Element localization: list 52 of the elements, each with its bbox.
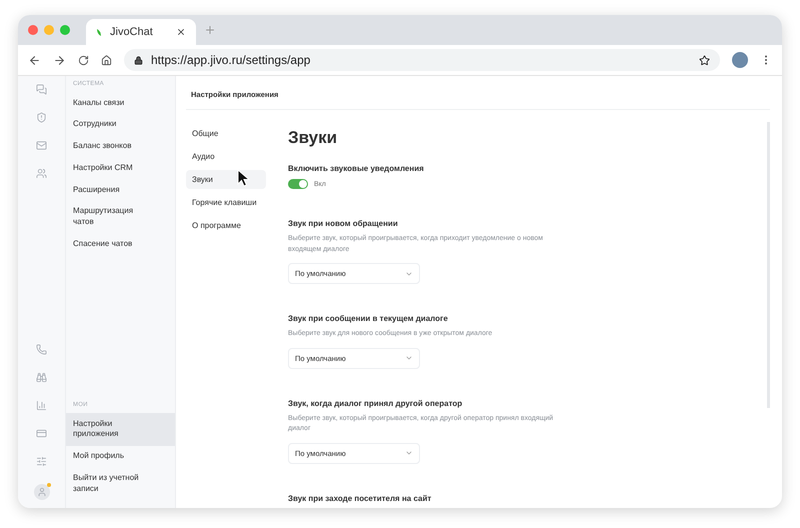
sidebar-item[interactable]: Выйти из учетной записи [66, 467, 175, 500]
forward-icon[interactable] [53, 54, 66, 66]
sidebar-item[interactable]: Настройки приложения [66, 413, 175, 446]
settings-nav-item[interactable]: Горячие клавиши [186, 193, 266, 212]
chevron-down-icon [405, 354, 413, 362]
sidebar-item[interactable]: Маршрутизация чатов [66, 200, 175, 234]
binoculars-icon[interactable] [36, 372, 47, 383]
profile-avatar[interactable] [732, 52, 748, 68]
settings-nav-item[interactable]: Звуки [186, 170, 266, 189]
section-title: Звуки [288, 128, 338, 148]
star-icon[interactable] [699, 54, 710, 66]
close-window-button[interactable] [28, 25, 38, 35]
home-icon[interactable] [101, 54, 112, 66]
people-icon[interactable] [36, 168, 47, 179]
person-icon [36, 487, 46, 497]
chat-icon[interactable] [36, 84, 47, 95]
setting-title: Звук, когда диалог принял другой оператор [288, 398, 464, 408]
setting-title: Звук при новом обращении [288, 219, 399, 228]
address-bar[interactable]: https://app.jivo.ru/settings/app [124, 49, 720, 71]
reload-icon[interactable] [78, 54, 89, 66]
badge-icon[interactable] [36, 112, 47, 123]
sliders-icon[interactable] [36, 456, 47, 467]
sidebar-item[interactable]: Настройки CRM [66, 157, 175, 180]
new-tab-icon[interactable] [204, 24, 216, 36]
toggle-switch[interactable] [288, 179, 308, 189]
sidebar-item[interactable]: Расширения [66, 179, 175, 201]
maximize-window-button[interactable] [60, 25, 70, 35]
back-icon[interactable] [28, 54, 41, 66]
cursor-icon [237, 169, 251, 187]
browser-tab[interactable]: JivoChat [86, 19, 196, 45]
setting-title: Звук при сообщении в текущем диалоге [288, 314, 449, 323]
setting-title: Включить звуковые уведомления [288, 164, 425, 173]
close-icon[interactable] [176, 27, 186, 37]
lock-icon [134, 56, 143, 64]
user-avatar[interactable] [34, 484, 50, 500]
card-icon[interactable] [36, 428, 47, 439]
phone-icon[interactable] [36, 344, 47, 355]
chevron-down-icon [405, 449, 413, 457]
mail-icon[interactable] [36, 140, 47, 151]
sidebar-item[interactable]: Сотрудники [66, 114, 175, 136]
sidebar-item[interactable]: Спасение чатов [66, 234, 175, 256]
notification-dot [46, 483, 50, 487]
settings-nav-item[interactable]: Общие [186, 124, 266, 143]
bar-chart-icon[interactable] [36, 400, 47, 411]
setting-title: Звук при заходе посетителя на сайт [288, 494, 432, 502]
settings-nav-item[interactable]: Аудио [186, 147, 266, 166]
sidebar-item[interactable]: Каналы связи [66, 92, 175, 114]
leaf-icon [96, 28, 102, 36]
sidebar-item[interactable]: Мой профиль [66, 446, 175, 468]
minimize-window-button[interactable] [44, 25, 54, 35]
settings-nav-item[interactable]: О программе [186, 216, 266, 235]
sidebar-item[interactable]: Баланс звонков [66, 136, 175, 158]
